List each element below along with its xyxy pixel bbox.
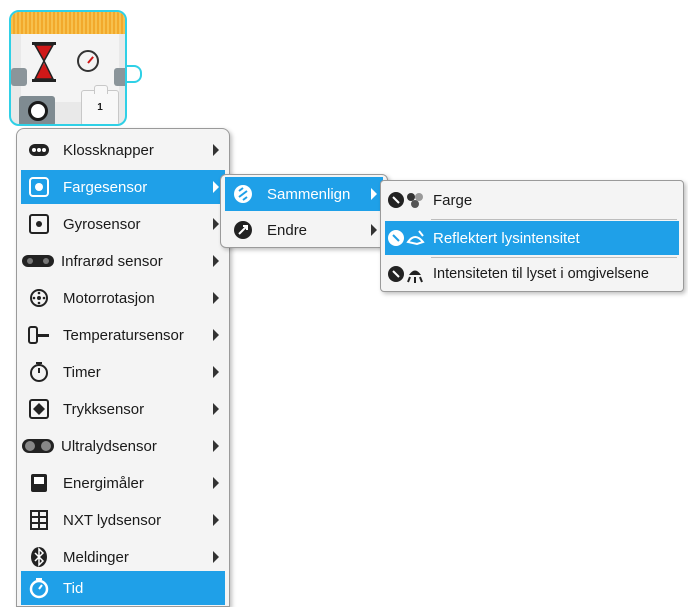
submenu-arrow-icon bbox=[213, 144, 219, 156]
timer-icon bbox=[27, 360, 51, 384]
menu-item-gyrosensor[interactable]: Gyrosensor bbox=[21, 207, 225, 241]
color-sensor-icon bbox=[27, 175, 51, 199]
submenu-arrow-icon bbox=[371, 188, 377, 200]
submenu-item-sammenlign[interactable]: Sammenlign bbox=[225, 177, 383, 211]
color-mode-icon bbox=[387, 188, 427, 212]
mode-item-reflektert-lysintensitet[interactable]: Reflektert lysintensitet bbox=[385, 221, 679, 255]
submenu-arrow-icon bbox=[213, 181, 219, 193]
temperature-sensor-icon bbox=[27, 323, 51, 347]
time-icon bbox=[27, 576, 51, 600]
submenu-arrow-icon bbox=[213, 403, 219, 415]
menu-item-fargesensor[interactable]: Fargesensor bbox=[21, 170, 225, 204]
sequence-in-connector[interactable] bbox=[11, 68, 27, 86]
menu-item-motorrotasjon[interactable]: Motorrotasjon bbox=[21, 281, 225, 315]
sensor-menu: Klossknapper Fargesensor Gyrosensor Infr… bbox=[16, 128, 230, 607]
submenu-arrow-icon bbox=[213, 551, 219, 563]
energy-meter-icon bbox=[27, 471, 51, 495]
menu-item-infrarod-sensor[interactable]: Infrarød sensor bbox=[21, 244, 225, 278]
ultrasonic-sensor-icon bbox=[21, 434, 55, 458]
gyro-sensor-icon bbox=[27, 212, 51, 236]
wait-block[interactable]: 1 bbox=[9, 10, 142, 128]
compare-icon bbox=[231, 182, 255, 206]
menu-separator bbox=[431, 219, 677, 220]
menu-item-ultralydsensor[interactable]: Ultralydsensor bbox=[21, 429, 225, 463]
submenu-arrow-icon bbox=[213, 218, 219, 230]
menu-item-nxt-lydsensor[interactable]: NXT lydsensor bbox=[21, 503, 225, 537]
stopwatch-icon bbox=[28, 101, 48, 121]
menu-item-meldinger[interactable]: Meldinger bbox=[21, 540, 225, 574]
ambient-light-icon bbox=[387, 262, 427, 286]
nxt-sound-sensor-icon bbox=[27, 508, 51, 532]
hourglass-icon bbox=[32, 42, 56, 82]
submenu-arrow-icon bbox=[371, 224, 377, 236]
wait-block-header[interactable] bbox=[11, 12, 125, 34]
menu-item-tid[interactable]: Tid bbox=[21, 571, 225, 605]
infrared-sensor-icon bbox=[21, 249, 55, 273]
duration-parameter[interactable]: 1 bbox=[81, 85, 119, 124]
wait-block-frame: 1 bbox=[9, 10, 127, 126]
color-sensor-submenu: Sammenlign Endre bbox=[220, 174, 388, 248]
submenu-item-endre[interactable]: Endre bbox=[225, 213, 383, 247]
brick-buttons-icon bbox=[27, 138, 51, 162]
menu-item-temperatursensor[interactable]: Temperatursensor bbox=[21, 318, 225, 352]
submenu-arrow-icon bbox=[213, 292, 219, 304]
menu-item-klossknapper[interactable]: Klossknapper bbox=[21, 133, 225, 167]
mode-item-farge[interactable]: Farge bbox=[385, 183, 679, 217]
menu-item-trykksensor[interactable]: Trykksensor bbox=[21, 392, 225, 426]
submenu-arrow-icon bbox=[213, 329, 219, 341]
submenu-arrow-icon bbox=[213, 366, 219, 378]
submenu-arrow-icon bbox=[213, 440, 219, 452]
mode-selector-button[interactable] bbox=[19, 96, 55, 124]
sequence-wire bbox=[125, 65, 142, 83]
timer-icon bbox=[77, 50, 99, 72]
reflected-light-icon bbox=[387, 226, 427, 250]
bluetooth-messaging-icon bbox=[27, 545, 51, 569]
submenu-arrow-icon bbox=[213, 255, 219, 267]
compare-mode-submenu: Farge Reflektert lysintensitet Intensite… bbox=[380, 180, 684, 292]
motor-rotation-icon bbox=[27, 286, 51, 310]
mode-item-ambient-light[interactable]: Intensiteten til lyset i omgivelsene bbox=[385, 257, 679, 291]
menu-item-energimaler[interactable]: Energimåler bbox=[21, 466, 225, 500]
menu-item-timer[interactable]: Timer bbox=[21, 355, 225, 389]
touch-sensor-icon bbox=[27, 397, 51, 421]
submenu-arrow-icon bbox=[213, 514, 219, 526]
submenu-arrow-icon bbox=[213, 477, 219, 489]
change-icon bbox=[231, 218, 255, 242]
